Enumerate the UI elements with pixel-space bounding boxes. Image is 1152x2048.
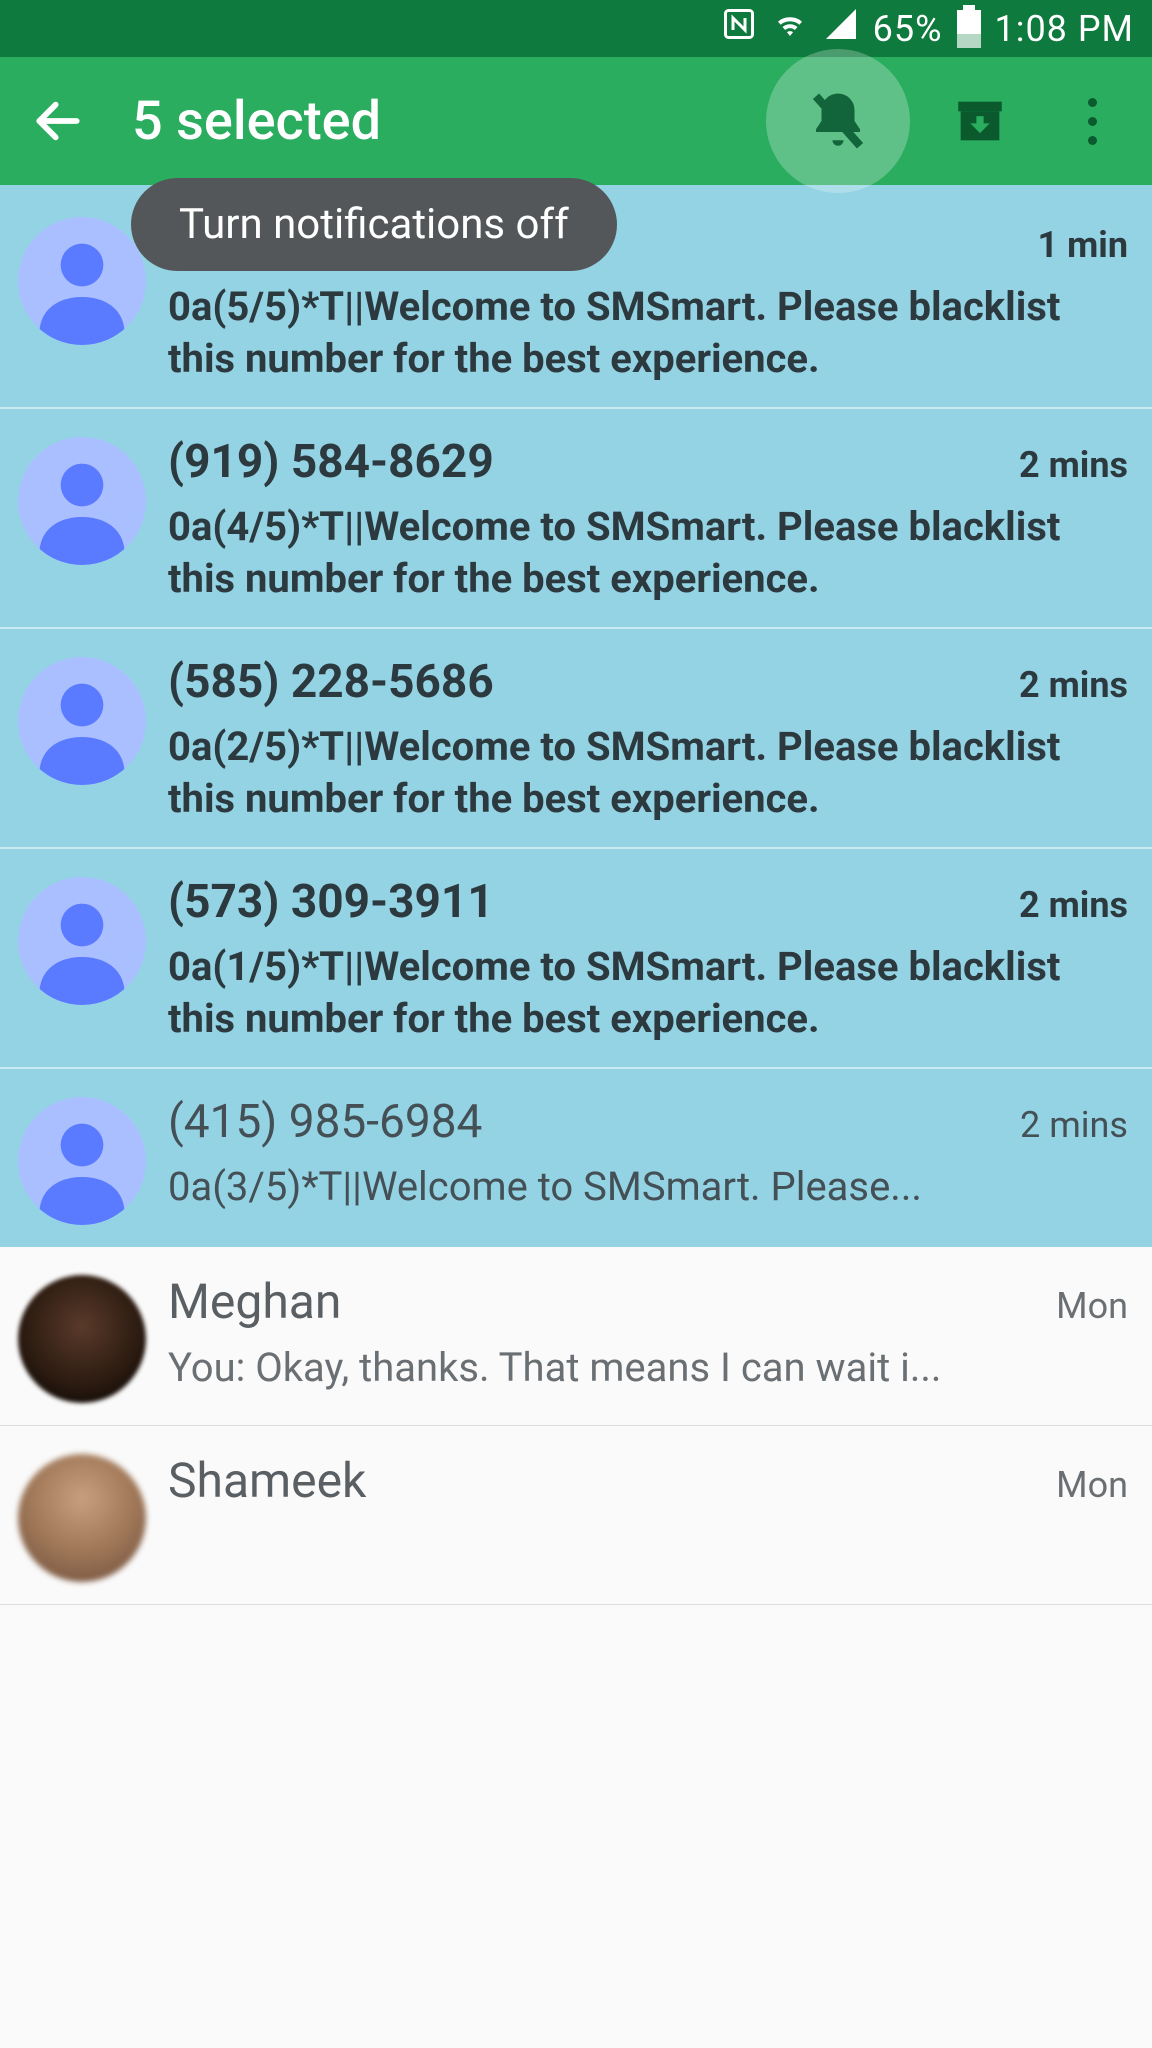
nfc-icon xyxy=(721,6,757,51)
tooltip: Turn notifications off xyxy=(131,178,617,271)
conversation-preview: 0a(1/5)*T||Welcome to SMSmart. Please bl… xyxy=(168,941,1128,1045)
conversation-row[interactable]: (415) 985-6984 2 mins 0a(3/5)*T||Welcome t… xyxy=(0,1069,1152,1247)
conversation-preview: 0a(3/5)*T||Welcome to SMSmart. Please... xyxy=(168,1161,1128,1213)
selection-title: 5 selected xyxy=(132,90,766,153)
conversation-time: 2 mins xyxy=(1020,1104,1128,1146)
conversation-content: (919) 584-8629 2 mins 0a(4/5)*T||Welcome t… xyxy=(168,431,1128,605)
conversation-name: Meghan xyxy=(168,1273,341,1330)
conversation-row[interactable]: (585) 228-5686 2 mins 0a(2/5)*T||Welcome t… xyxy=(0,629,1152,849)
avatar[interactable] xyxy=(18,1275,146,1403)
conversation-content: Meghan Mon You: Okay, thanks. That means I… xyxy=(168,1269,1128,1394)
wifi-icon xyxy=(771,6,809,51)
conversation-preview: You: Okay, thanks. That means I can wait… xyxy=(168,1342,1128,1394)
conversation-row[interactable]: (573) 309-3911 2 mins 0a(1/5)*T||Welcome t… xyxy=(0,849,1152,1069)
archive-button[interactable] xyxy=(948,89,1012,153)
conversation-preview: 0a(5/5)*T||Welcome to SMSmart. Please bl… xyxy=(168,281,1128,385)
more-vert-icon xyxy=(1088,98,1097,145)
overflow-menu-button[interactable] xyxy=(1060,89,1124,153)
conversation-name: (415) 985-6984 xyxy=(168,1095,482,1149)
action-bar xyxy=(766,49,1124,193)
conversation-name: (585) 228-5686 xyxy=(168,655,494,709)
mute-notifications-button[interactable] xyxy=(766,49,910,193)
battery-percent: 65% xyxy=(873,8,943,50)
conversation-time: Mon xyxy=(1056,1464,1128,1506)
avatar[interactable] xyxy=(18,1097,146,1225)
battery-icon xyxy=(957,10,981,48)
conversation-content: (415) 985-6984 2 mins 0a(3/5)*T||Welcome t… xyxy=(168,1091,1128,1213)
avatar[interactable] xyxy=(18,437,146,565)
conversation-name: Shameek xyxy=(168,1452,366,1509)
conversation-content: (573) 309-3911 2 mins 0a(1/5)*T||Welcome t… xyxy=(168,871,1128,1045)
conversation-content: (585) 228-5686 2 mins 0a(2/5)*T||Welcome t… xyxy=(168,651,1128,825)
conversation-list[interactable]: (4...) ... ....1 min0a(5/5)*T||Welcome t… xyxy=(0,185,1152,1605)
conversation-row[interactable]: Shameek Mon xyxy=(0,1426,1152,1605)
conversation-preview: 0a(4/5)*T||Welcome to SMSmart. Please bl… xyxy=(168,501,1128,605)
conversation-time: 2 mins xyxy=(1019,444,1128,486)
conversation-time: 1 min xyxy=(1038,224,1129,266)
avatar[interactable] xyxy=(18,217,146,345)
conversation-name: (573) 309-3911 xyxy=(168,875,494,929)
conversation-row[interactable]: (919) 584-8629 2 mins 0a(4/5)*T||Welcome t… xyxy=(0,409,1152,629)
conversation-preview: 0a(2/5)*T||Welcome to SMSmart. Please bl… xyxy=(168,721,1128,825)
avatar[interactable] xyxy=(18,1454,146,1582)
avatar[interactable] xyxy=(18,877,146,1005)
conversation-time: Mon xyxy=(1056,1285,1128,1327)
archive-icon xyxy=(951,92,1009,150)
conversation-name: (919) 584-8629 xyxy=(168,435,494,489)
conversation-time: 2 mins xyxy=(1019,884,1128,926)
conversation-content: Shameek Mon xyxy=(168,1448,1128,1521)
clock-time: 1:08 PM xyxy=(995,8,1135,50)
signal-icon xyxy=(823,6,859,51)
avatar[interactable] xyxy=(18,657,146,785)
back-button[interactable] xyxy=(30,93,86,149)
conversation-time: 2 mins xyxy=(1019,664,1128,706)
conversation-row[interactable]: Meghan Mon You: Okay, thanks. That means I… xyxy=(0,1247,1152,1426)
bell-off-icon xyxy=(805,88,871,154)
app-bar: 5 selected xyxy=(0,57,1152,185)
